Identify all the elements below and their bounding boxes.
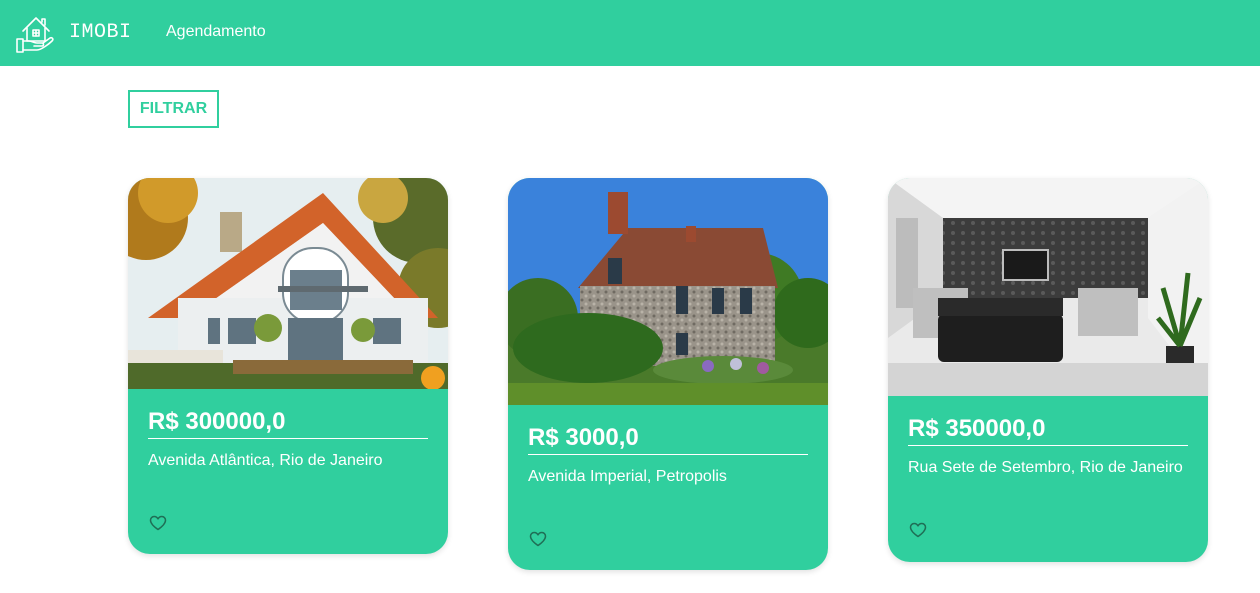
- listing-photo[interactable]: [888, 178, 1208, 396]
- listing-card[interactable]: R$ 300000,0 Avenida Atlântica, Rio de Ja…: [128, 178, 448, 554]
- heart-outline-icon[interactable]: [529, 531, 547, 547]
- listing-photo[interactable]: [508, 178, 828, 405]
- heart-outline-icon[interactable]: [149, 515, 167, 531]
- listing-photo[interactable]: [128, 178, 448, 389]
- listing-price: R$ 350000,0: [908, 414, 1188, 446]
- brand-name[interactable]: IMOBI: [69, 21, 132, 44]
- house-in-hand-icon[interactable]: [15, 12, 57, 54]
- listing-info: R$ 350000,0 Rua Sete de Setembro, Rio de…: [888, 396, 1208, 478]
- listing-address: Avenida Imperial, Petropolis: [528, 468, 727, 485]
- listing-card[interactable]: R$ 350000,0 Rua Sete de Setembro, Rio de…: [888, 178, 1208, 562]
- navbar: IMOBI Agendamento: [0, 0, 1260, 66]
- heart-outline-icon[interactable]: [909, 522, 927, 538]
- listing-price: R$ 3000,0: [528, 423, 808, 455]
- listing-address: Rua Sete de Setembro, Rio de Janeiro: [908, 459, 1183, 476]
- nav-link-agendamento[interactable]: Agendamento: [166, 23, 266, 41]
- listing-price: R$ 300000,0: [148, 407, 428, 439]
- listing-card[interactable]: R$ 3000,0 Avenida Imperial, Petropolis: [508, 178, 828, 570]
- listing-info: R$ 300000,0 Avenida Atlântica, Rio de Ja…: [128, 389, 448, 471]
- filter-button[interactable]: FILTRAR: [128, 90, 219, 128]
- listing-info: R$ 3000,0 Avenida Imperial, Petropolis: [508, 405, 828, 487]
- listing-address: Avenida Atlântica, Rio de Janeiro: [148, 452, 383, 469]
